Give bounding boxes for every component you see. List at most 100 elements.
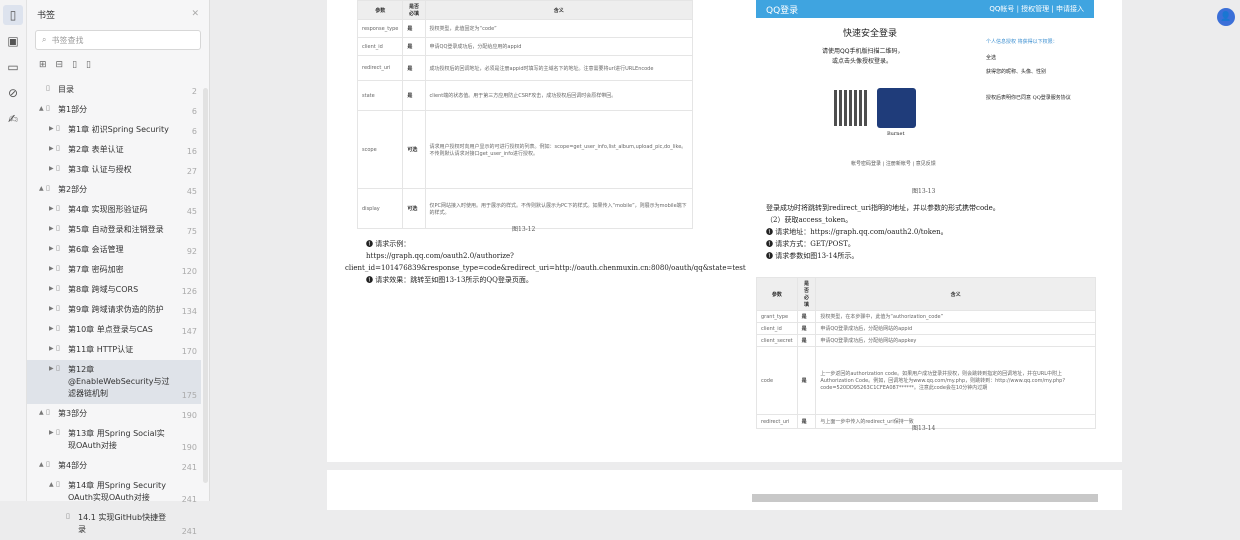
bookmark-item[interactable]: ▶ ▯ 第1章 初识Spring Security 6 xyxy=(27,120,201,140)
column-header: 参数 xyxy=(356,0,404,20)
expand-arrow-icon[interactable]: ▲ xyxy=(39,104,46,112)
bookmark-item[interactable]: ▶ ▯ 第10章 单点登录与CAS 147 xyxy=(27,320,201,340)
expand-arrow-icon[interactable]: ▶ xyxy=(49,364,56,372)
bookmark-item[interactable]: ▲ ▯ 第14章 用Spring Security OAuth实现OAuth对接 24… xyxy=(27,476,201,508)
panel-title: 书签 xyxy=(37,10,56,21)
right-param-table: 参数 是否必填 含义 grant_type 是授权类型，在本步骤中，此值为“author… xyxy=(756,277,1096,429)
table-cell: 申请QQ登录成功后，分配给网站的appid xyxy=(815,322,1096,335)
bookmark-icon[interactable]: ▯ xyxy=(3,5,23,25)
text-line: ❶ 请求参数如图13-14所示。 xyxy=(766,252,859,260)
bookmark-label: 第1部分 xyxy=(58,105,88,114)
bookmark-page: 6 xyxy=(191,127,197,136)
bookmark-icon: ▯ xyxy=(66,512,70,520)
table-cell: 是 xyxy=(796,414,817,429)
bookmark-tree: ▯ 目录 2 ▲ ▯ 第1部分 6 ▶ ▯ 第1章 初识Spring Security 6 ▶ ▯ 第2章… xyxy=(27,80,201,540)
comment-icon[interactable]: ▭ xyxy=(3,57,23,77)
expand-arrow-icon[interactable]: ▶ xyxy=(49,264,56,272)
bookmark-search-input[interactable]: ⌕ 书签查找 xyxy=(35,30,201,50)
bookmark-page: 45 xyxy=(186,187,197,196)
table-cell: 仅PC网站接入时使用。用于展示的样式。不传则默认展示为PC下的样式。如果传入“m… xyxy=(424,188,694,229)
table-cell: state xyxy=(356,80,404,111)
expand-arrow-icon[interactable]: ▶ xyxy=(49,284,56,292)
bookmark-item[interactable]: ▲ ▯ 第3部分 190 xyxy=(27,404,201,424)
bookmark-item[interactable]: ▶ ▯ 第12章 @EnableWebSecurity与过滤器链机制 175 xyxy=(27,360,201,404)
expand-arrow-icon[interactable]: ▶ xyxy=(49,164,56,172)
bookmark-item[interactable]: ▯ 目录 2 xyxy=(27,80,201,100)
user-avatar-button[interactable]: 👤 xyxy=(1217,8,1235,26)
table-row: response_type 是授权类型，此值固定为“code” xyxy=(356,19,694,38)
bookmark-icon: ▯ xyxy=(56,284,60,292)
bookmark-page: 147 xyxy=(181,327,197,336)
bookmark-label: 第13章 用Spring Social实现OAuth对接 xyxy=(68,429,165,450)
delete-bookmark-icon[interactable]: ▯ xyxy=(86,60,91,70)
bookmark-label: 第5章 自动登录和注销登录 xyxy=(68,225,164,234)
bookmark-icon: ▯ xyxy=(56,264,60,272)
table-cell: redirect_uri xyxy=(356,55,404,81)
bookmark-item[interactable]: ▶ ▯ 第6章 会话管理 92 xyxy=(27,240,201,260)
bookmark-item[interactable]: ▶ ▯ 第2章 表单认证 16 xyxy=(27,140,201,160)
qq-side-text: 全选 xyxy=(986,55,997,61)
expand-arrow-icon[interactable] xyxy=(59,512,66,513)
expand-arrow-icon[interactable]: ▶ xyxy=(49,244,56,252)
column-header: 参数 xyxy=(756,277,798,311)
expand-all-icon[interactable]: ⊞ xyxy=(39,60,47,70)
bookmark-icon: ▯ xyxy=(56,324,60,332)
bookmark-item[interactable]: ▶ ▯ 第9章 跨域请求伪造的防护 134 xyxy=(27,300,201,320)
table-cell: 是 xyxy=(402,80,426,111)
bookmark-page: 92 xyxy=(186,247,197,256)
bookmark-item[interactable]: ▶ ▯ 第13章 用Spring Social实现OAuth对接 190 xyxy=(27,424,201,456)
bookmark-icon: ▯ xyxy=(46,184,50,192)
expand-arrow-icon[interactable]: ▶ xyxy=(49,144,56,152)
table-cell: 成功授权后的回调地址，必须是注册appid时填写的主域名下的地址。注意需要将ur… xyxy=(424,55,694,81)
thumbnail-icon[interactable]: ▣ xyxy=(3,31,23,51)
expand-arrow-icon[interactable]: ▲ xyxy=(39,184,46,192)
bookmark-icon: ▯ xyxy=(56,428,60,436)
text-line: （2）获取access_token。 xyxy=(766,216,853,224)
table-cell: client_id xyxy=(356,37,404,56)
bookmark-label: 第8章 跨域与CORS xyxy=(68,285,139,294)
expand-arrow-icon[interactable]: ▶ xyxy=(49,124,56,132)
expand-arrow-icon[interactable]: ▶ xyxy=(49,344,56,352)
expand-arrow-icon[interactable]: ▲ xyxy=(39,460,46,468)
scrollbar[interactable] xyxy=(203,88,208,483)
bookmark-item[interactable]: ▶ ▯ 第8章 跨域与CORS 126 xyxy=(27,280,201,300)
qq-side-text: 个人信息授权 将获得以下权限： xyxy=(986,39,1058,45)
expand-arrow-icon[interactable]: ▲ xyxy=(49,480,56,488)
bookmark-item[interactable]: ▯ 14.1 实现GitHub快捷登录 241 xyxy=(27,508,201,540)
bookmark-icon: ▯ xyxy=(56,124,60,132)
bookmark-item[interactable]: ▲ ▯ 第4部分 241 xyxy=(27,456,201,476)
qq-side-text: 授权后表明你已同意 QQ登录服务协议 xyxy=(986,95,1071,101)
table-cell: client_id xyxy=(756,322,798,335)
table-cell: 是 xyxy=(796,334,817,347)
table-row: code 是上一步返回的authorization code。如果用户成功登录并授… xyxy=(756,346,1096,415)
bookmark-item[interactable]: ▲ ▯ 第2部分 45 xyxy=(27,180,201,200)
bookmark-item[interactable]: ▶ ▯ 第11章 HTTP认证 170 xyxy=(27,340,201,360)
table-cell: redirect_uri xyxy=(756,414,798,429)
bookmark-item[interactable]: ▶ ▯ 第5章 自动登录和注销登录 75 xyxy=(27,220,201,240)
attachment-icon[interactable]: ⊘ xyxy=(3,83,23,103)
column-header: 含义 xyxy=(815,277,1096,311)
left-rail: ▯ ▣ ▭ ⊘ ✍ xyxy=(0,0,27,501)
bookmark-item[interactable]: ▲ ▯ 第1部分 6 xyxy=(27,100,201,120)
bookmark-item[interactable]: ▶ ▯ 第7章 密码加密 120 xyxy=(27,260,201,280)
bookmark-page: 27 xyxy=(186,167,197,176)
expand-arrow-icon[interactable]: ▶ xyxy=(49,224,56,232)
bookmark-icon: ▯ xyxy=(56,144,60,152)
expand-arrow-icon[interactable] xyxy=(39,84,46,85)
expand-arrow-icon[interactable]: ▶ xyxy=(49,324,56,332)
bookmark-item[interactable]: ▶ ▯ 第3章 认证与授权 27 xyxy=(27,160,201,180)
table-cell: 申请QQ登录成功后，分配给应用的appid xyxy=(424,37,694,56)
bookmark-label: 目录 xyxy=(58,85,74,94)
signature-icon[interactable]: ✍ xyxy=(3,109,23,129)
qq-login-title: 快速安全登录 xyxy=(843,29,898,39)
collapse-all-icon[interactable]: ⊟ xyxy=(56,60,64,70)
expand-arrow-icon[interactable]: ▲ xyxy=(39,408,46,416)
bookmark-item[interactable]: ▶ ▯ 第4章 实现图形验证码 45 xyxy=(27,200,201,220)
expand-arrow-icon[interactable]: ▶ xyxy=(49,204,56,212)
expand-arrow-icon[interactable]: ▶ xyxy=(49,304,56,312)
add-bookmark-icon[interactable]: ▯ xyxy=(72,60,77,70)
close-icon[interactable]: ✕ xyxy=(191,9,199,19)
table-cell: 是 xyxy=(796,322,817,335)
expand-arrow-icon[interactable]: ▶ xyxy=(49,428,56,436)
bookmark-label: 第6章 会话管理 xyxy=(68,245,124,254)
